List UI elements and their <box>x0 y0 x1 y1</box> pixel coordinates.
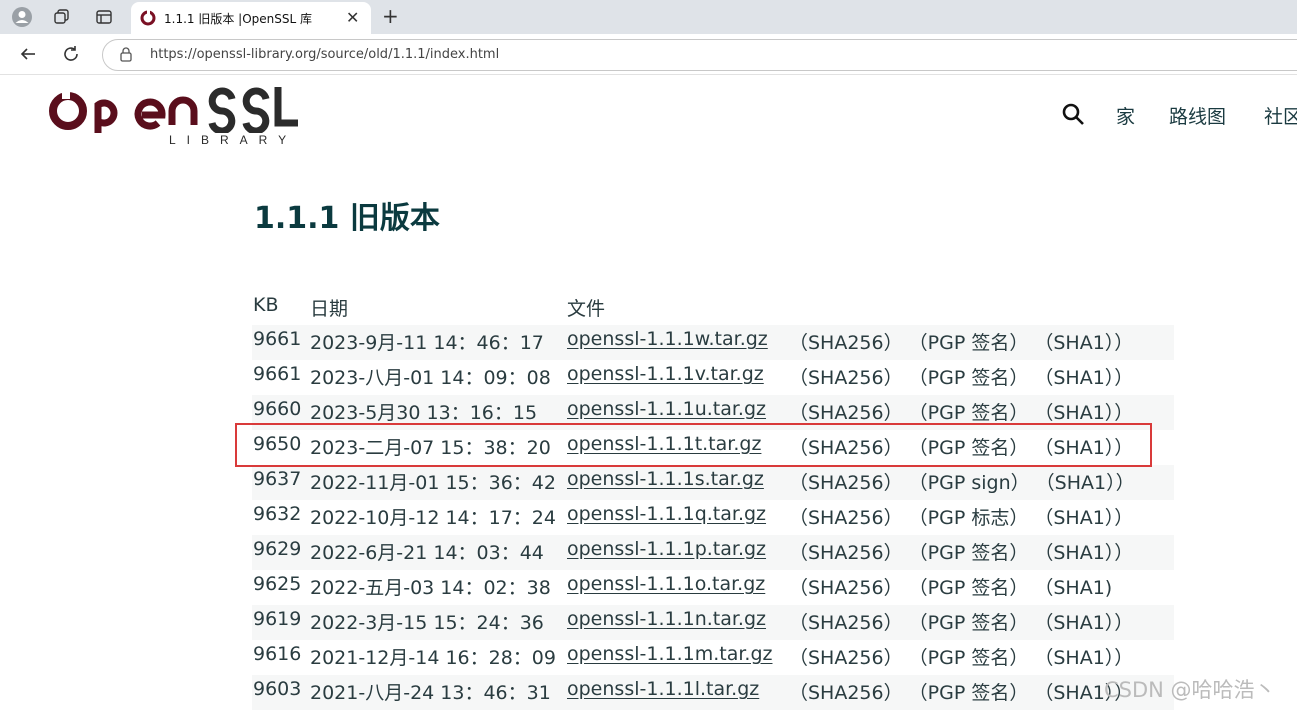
row-kb: 9661 <box>253 328 302 350</box>
back-arrow-icon[interactable] <box>16 42 40 66</box>
row-date: 2023-八月-01 14：09：08 <box>310 367 551 389</box>
openssl-favicon-icon <box>140 10 156 30</box>
row-kb: 9616 <box>253 643 302 665</box>
row-kb: 9637 <box>253 468 302 490</box>
row-file-link[interactable]: openssl-1.1.1w.tar.gz <box>567 328 768 350</box>
row-file-link[interactable]: openssl-1.1.1p.tar.gz <box>567 538 766 560</box>
page-content: LIBRARY 家 路线图 社区 1.1.1 旧版本 KB 日期 文件 9661… <box>0 75 1297 710</box>
releases-table: KB 日期 文件 9661 2023-9月-11 14：46：17 openssl-… <box>252 290 1174 710</box>
row-file-link[interactable]: openssl-1.1.1s.tar.gz <box>567 468 764 490</box>
table-row: 9629 2022-6月-21 14：03：44 openssl-1.1.1p.ta… <box>252 535 1174 570</box>
lock-icon[interactable] <box>119 46 133 66</box>
row-file-link[interactable]: openssl-1.1.1l.tar.gz <box>567 678 759 700</box>
row-extra-links[interactable]: （SHA256） （PGP 标志） （SHA1）） <box>789 503 1133 530</box>
nav-community-link[interactable]: 社区 <box>1264 102 1297 129</box>
row-file-link[interactable]: openssl-1.1.1u.tar.gz <box>567 398 766 420</box>
row-extra-links[interactable]: （SHA256） （PGP 签名） （SHA1）） <box>789 363 1133 390</box>
row-kb: 9632 <box>253 503 302 525</box>
row-date: 2022-11月-01 15：36：42 <box>310 472 556 494</box>
row-extra-links[interactable]: （SHA256） （PGP 签名） （SHA1）） <box>789 608 1133 635</box>
openssl-logo[interactable] <box>46 85 308 137</box>
nav-roadmap-link[interactable]: 路线图 <box>1169 102 1226 129</box>
nav-home-link[interactable]: 家 <box>1116 102 1135 129</box>
row-file-link[interactable]: openssl-1.1.1q.tar.gz <box>567 503 766 525</box>
table-row: 9661 2023-9月-11 14：46：17 openssl-1.1.1w.ta… <box>252 325 1174 360</box>
row-date: 2022-6月-21 14：03：44 <box>310 542 544 564</box>
row-file-link[interactable]: openssl-1.1.1o.tar.gz <box>567 573 765 595</box>
profile-icon[interactable] <box>9 6 35 28</box>
search-icon[interactable] <box>1061 102 1085 130</box>
table-row: 9637 2022-11月-01 15：36：42 openssl-1.1.1s.t… <box>252 465 1174 500</box>
watermark: CSDN @哈哈浩丶 <box>1104 678 1276 702</box>
row-file-link[interactable]: openssl-1.1.1m.tar.gz <box>567 643 772 665</box>
row-date: 2022-3月-15 15：24：36 <box>310 612 544 634</box>
header-file: 文件 <box>567 298 606 320</box>
row-extra-links[interactable]: （SHA256） （PGP sign） （SHA1）） <box>789 468 1135 495</box>
table-header: KB 日期 文件 <box>252 290 1174 325</box>
row-kb: 9661 <box>253 363 302 385</box>
row-file-link[interactable]: openssl-1.1.1v.tar.gz <box>567 363 764 385</box>
url-text: https://openssl-library.org/source/old/1… <box>150 47 500 62</box>
tab-title: 1.1.1 旧版本 |OpenSSL 库 <box>164 12 312 26</box>
table-row: 9619 2022-3月-15 15：24：36 openssl-1.1.1n.ta… <box>252 605 1174 640</box>
row-date: 2022-五月-03 14：02：38 <box>310 577 551 599</box>
workspaces-icon[interactable] <box>49 6 75 28</box>
row-extra-links[interactable]: （SHA256） （PGP 签名） （SHA1）） <box>789 328 1133 355</box>
table-row: 9616 2021-12月-14 16：28：09 openssl-1.1.1m.t… <box>252 640 1174 675</box>
row-date: 2022-10月-12 14：17：24 <box>310 507 556 529</box>
highlight-box <box>235 423 1152 467</box>
row-extra-links[interactable]: （SHA256） （PGP 签名） （SHA1）） <box>789 678 1133 705</box>
row-kb: 9603 <box>253 678 302 700</box>
header-date: 日期 <box>310 298 349 320</box>
tab-close-icon[interactable]: ✕ <box>346 8 359 27</box>
row-extra-links[interactable]: （SHA256） （PGP 签名） （SHA1）） <box>789 398 1133 425</box>
row-extra-links[interactable]: （SHA256） （PGP 签名） （SHA1) <box>789 573 1112 600</box>
browser-tab-bar: 1.1.1 旧版本 |OpenSSL 库 ✕ + <box>0 0 1297 34</box>
row-date: 2023-9月-11 14：46：17 <box>310 332 544 354</box>
active-tab[interactable]: 1.1.1 旧版本 |OpenSSL 库 ✕ <box>131 2 371 34</box>
logo-subtitle: LIBRARY <box>169 133 298 147</box>
row-kb: 9629 <box>253 538 302 560</box>
row-file-link[interactable]: openssl-1.1.1n.tar.gz <box>567 608 766 630</box>
page-title: 1.1.1 旧版本 <box>254 201 440 236</box>
tab-actions-icon[interactable] <box>91 6 117 28</box>
header-kb: KB <box>253 294 279 316</box>
row-kb: 9660 <box>253 398 302 420</box>
new-tab-button[interactable]: + <box>382 4 399 28</box>
table-row: 9603 2021-八月-24 13：46：31 openssl-1.1.1l.ta… <box>252 675 1174 710</box>
row-kb: 9625 <box>253 573 302 595</box>
table-row: 9661 2023-八月-01 14：09：08 openssl-1.1.1v.ta… <box>252 360 1174 395</box>
table-row: 9625 2022-五月-03 14：02：38 openssl-1.1.1o.ta… <box>252 570 1174 605</box>
row-date: 2021-12月-14 16：28：09 <box>310 647 556 669</box>
table-row: 9632 2022-10月-12 14：17：24 openssl-1.1.1q.t… <box>252 500 1174 535</box>
reload-icon[interactable] <box>59 42 83 66</box>
row-date: 2021-八月-24 13：46：31 <box>310 682 551 704</box>
row-date: 2023-5月30 13：16：15 <box>310 402 538 424</box>
address-bar-row: https://openssl-library.org/source/old/1… <box>0 34 1297 75</box>
row-kb: 9619 <box>253 608 302 630</box>
url-field[interactable]: https://openssl-library.org/source/old/1… <box>102 39 1297 71</box>
row-extra-links[interactable]: （SHA256） （PGP 签名） （SHA1）） <box>789 538 1133 565</box>
row-extra-links[interactable]: （SHA256） （PGP 签名） （SHA1）） <box>789 643 1133 670</box>
